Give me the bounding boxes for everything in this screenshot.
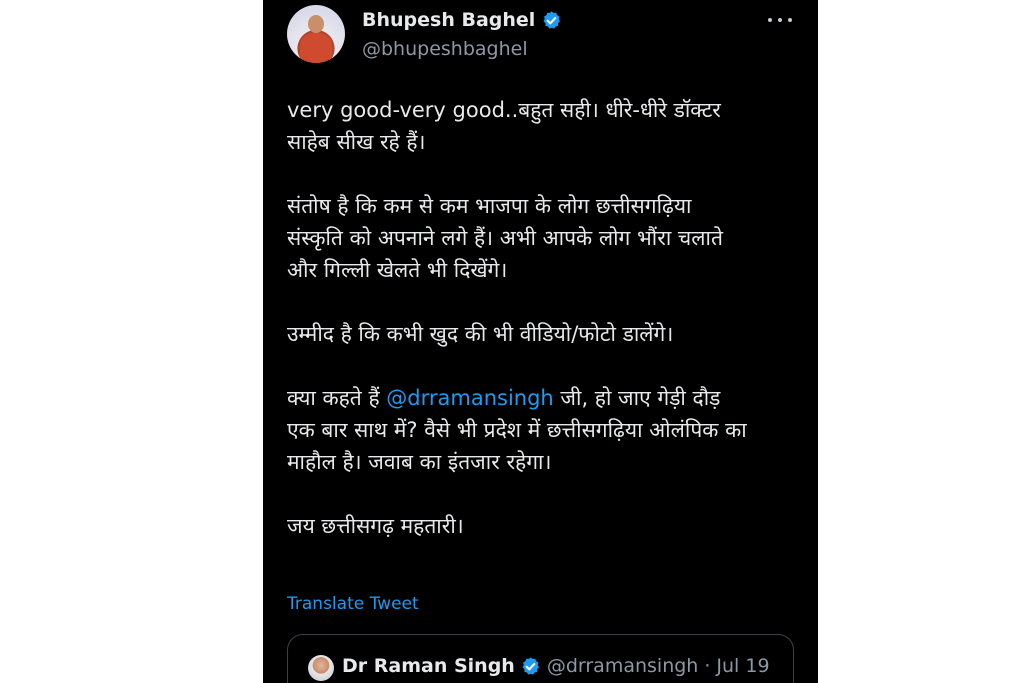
tweet-paragraph-3: उम्मीद है कि कभी खुद की भी वीडियो/फोटो ड…: [287, 322, 674, 346]
tweet-body: very good-very good..बहुत सही। धीरे-धीरे…: [287, 94, 797, 542]
mention-link[interactable]: @drramansingh: [386, 386, 553, 410]
quoted-author-avatar[interactable]: [308, 655, 334, 681]
author-name-row: Bhupesh Baghel: [362, 9, 562, 31]
author-handle[interactable]: @bhupeshbaghel: [362, 38, 528, 60]
avatar-body: [300, 33, 332, 63]
tweet-paragraph-4: क्या कहते हैं @drramansingh जी, हो जाए ग…: [287, 382, 797, 478]
paragraph-4-before: क्या कहते हैं: [287, 386, 387, 410]
tweet-header: Bhupesh Baghel @bhupeshbaghel: [263, 0, 818, 80]
quoted-tweet-card[interactable]: Dr Raman Singh @drramansingh · Jul 19: [287, 634, 794, 683]
quoted-author-handle[interactable]: @drramansingh: [547, 655, 699, 677]
translate-tweet-link[interactable]: Translate Tweet: [287, 594, 419, 614]
quoted-separator: ·: [704, 655, 711, 677]
tweet-panel: Bhupesh Baghel @bhupeshbaghel very good-…: [263, 0, 818, 683]
quoted-author-row: Dr Raman Singh @drramansingh · Jul 19: [342, 655, 770, 677]
author-name[interactable]: Bhupesh Baghel: [362, 9, 535, 31]
quoted-date[interactable]: Jul 19: [716, 655, 769, 677]
tweet-paragraph-2: संतोष है कि कम से कम भाजपा के लोग छत्तीस…: [287, 194, 723, 282]
author-avatar[interactable]: [287, 5, 345, 63]
verified-badge-icon: [522, 656, 539, 675]
verified-badge-icon: [543, 10, 561, 29]
tweet-paragraph-1: very good-very good..बहुत सही। धीरे-धीरे…: [287, 98, 721, 154]
avatar-head: [308, 15, 324, 33]
quoted-author-name[interactable]: Dr Raman Singh: [342, 655, 515, 677]
more-options-icon[interactable]: [766, 12, 794, 28]
tweet-closing: जय छत्तीसगढ़ महतारी।: [287, 514, 464, 538]
